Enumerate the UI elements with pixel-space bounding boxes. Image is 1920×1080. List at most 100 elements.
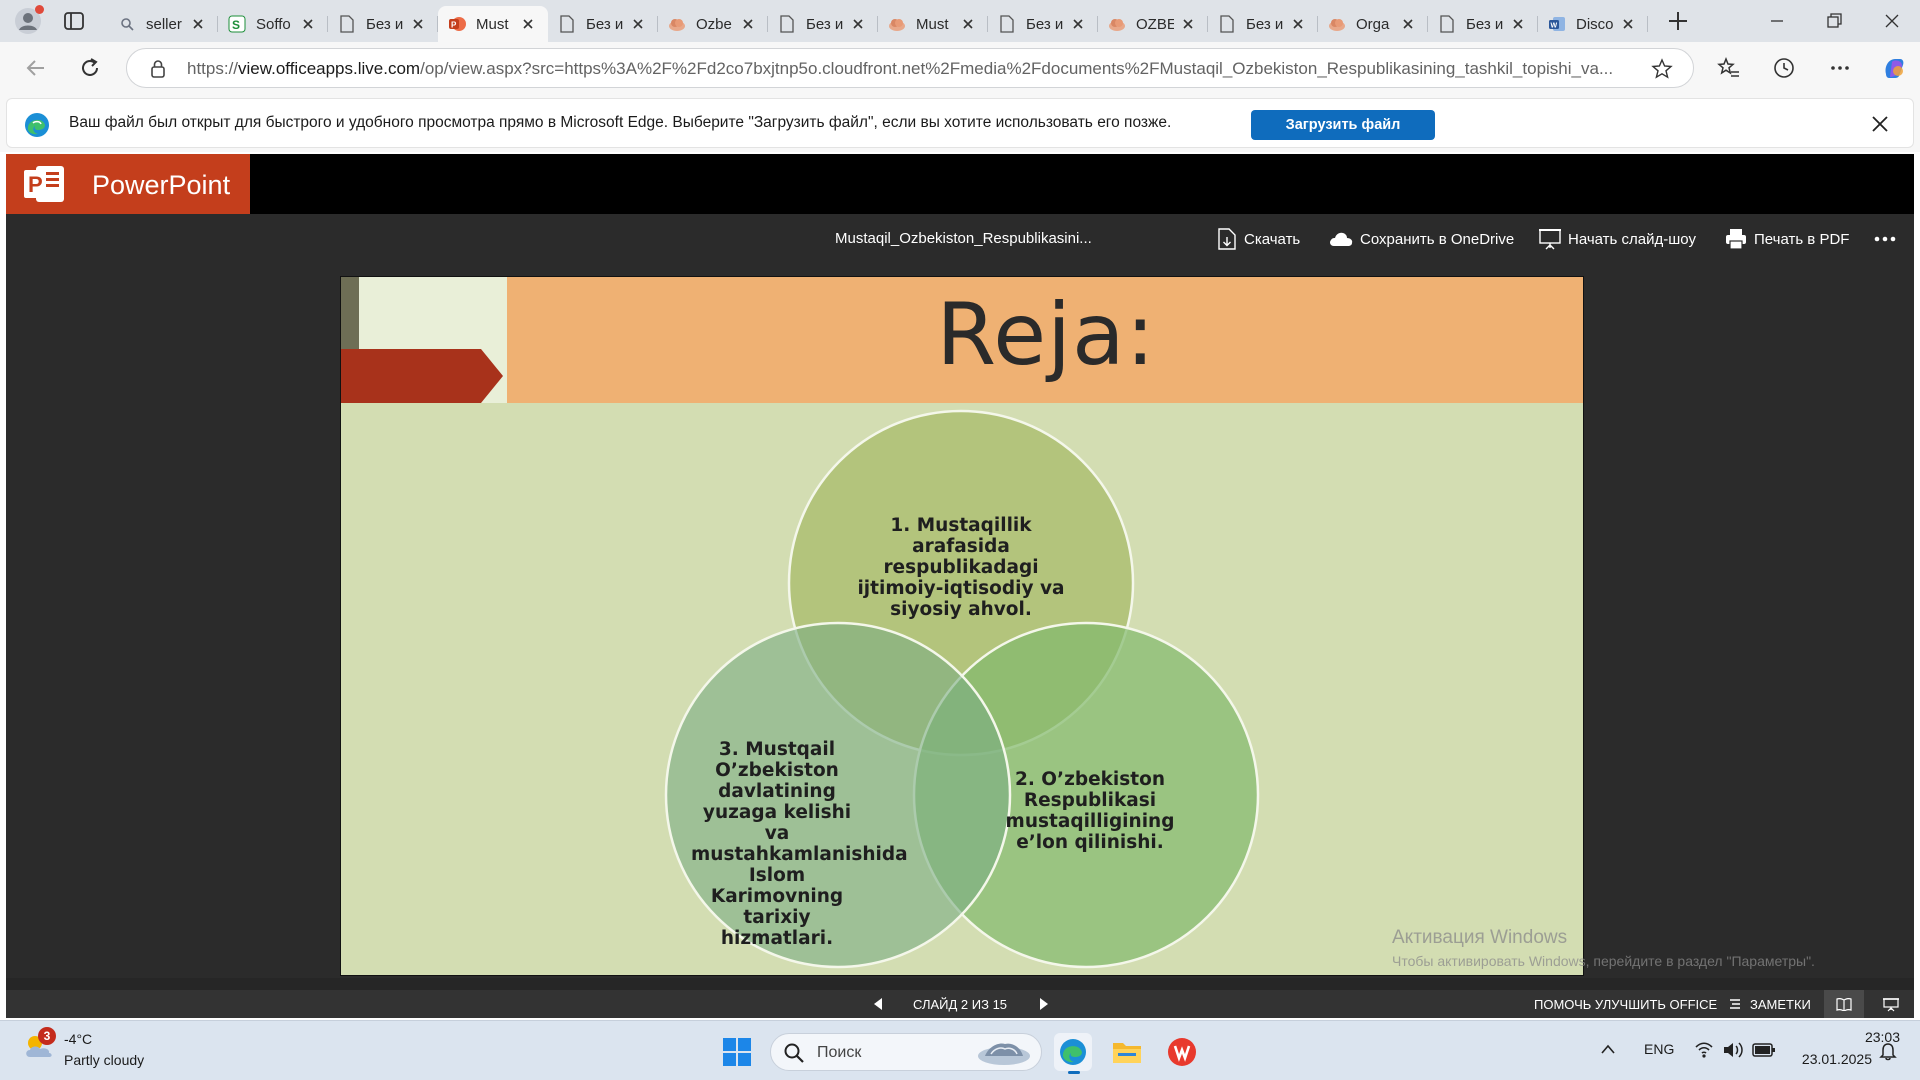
search-icon bbox=[784, 1043, 804, 1063]
tab-orga[interactable]: Orga bbox=[1318, 6, 1428, 42]
more-options-icon[interactable] bbox=[1826, 54, 1854, 82]
venn-item-1: 1. Mustaqillik arafasida respublikadagi … bbox=[857, 515, 1065, 620]
close-icon[interactable] bbox=[1400, 16, 1416, 32]
restore-icon[interactable] bbox=[1821, 8, 1847, 34]
close-icon[interactable] bbox=[850, 16, 866, 32]
tab-title: Без и bbox=[1026, 15, 1064, 33]
app-brand[interactable]: P PowerPoint bbox=[6, 154, 250, 214]
powerpoint-logo-icon: P bbox=[24, 166, 64, 202]
favorite-star-icon[interactable] bbox=[1651, 58, 1673, 80]
url-text[interactable]: https://view.officeapps.live.com/op/view… bbox=[187, 59, 1647, 79]
tab-title: Без и bbox=[1246, 15, 1284, 33]
tab-must[interactable]: Must bbox=[878, 6, 988, 42]
input-language[interactable]: ENG bbox=[1644, 1041, 1674, 1057]
powerpoint-icon: P bbox=[448, 15, 466, 33]
tab-untitled[interactable]: Без и bbox=[988, 6, 1098, 42]
tab-untitled[interactable]: Без и bbox=[1428, 6, 1538, 42]
svg-text:P: P bbox=[451, 21, 457, 30]
volume-icon[interactable] bbox=[1722, 1040, 1744, 1060]
taskbar-file-explorer[interactable] bbox=[1108, 1033, 1146, 1071]
new-tab-icon[interactable] bbox=[1665, 8, 1691, 34]
soff-icon: S bbox=[228, 15, 246, 33]
history-icon[interactable] bbox=[1770, 54, 1798, 82]
app-header: P PowerPoint bbox=[6, 154, 1914, 214]
url-path: /op/view.aspx?src=https%3A%2F%2Fd2co7bxj… bbox=[420, 59, 1614, 78]
download-file-button[interactable]: Загрузить файл bbox=[1251, 110, 1435, 140]
notes-button[interactable]: ЗАМЕТКИ bbox=[1750, 997, 1811, 1012]
tab-disco[interactable]: W Disco bbox=[1538, 6, 1648, 42]
svg-text:W: W bbox=[1551, 23, 1558, 30]
tab-list: seller S Soffo Без и P Must Без и Ozbe Б… bbox=[108, 6, 1648, 42]
document-icon bbox=[998, 15, 1016, 33]
close-icon[interactable] bbox=[520, 16, 536, 32]
previous-slide-icon[interactable] bbox=[872, 997, 884, 1011]
close-icon[interactable] bbox=[410, 16, 426, 32]
favorites-icon[interactable] bbox=[1714, 54, 1742, 82]
tab-title: Без и bbox=[806, 15, 844, 33]
close-icon[interactable] bbox=[190, 16, 206, 32]
lock-icon[interactable] bbox=[149, 59, 167, 79]
tab-title: Ozbe bbox=[696, 15, 732, 33]
tab-ozbe[interactable]: Ozbe bbox=[658, 6, 768, 42]
copilot-icon[interactable] bbox=[1880, 54, 1908, 82]
slideshow-view-icon[interactable] bbox=[1882, 997, 1900, 1012]
help-improve-office-link[interactable]: ПОМОЧЬ УЛУЧШИТЬ OFFICE bbox=[1534, 997, 1717, 1012]
close-window-icon[interactable] bbox=[1879, 8, 1905, 34]
tab-soffo[interactable]: S Soffo bbox=[218, 6, 328, 42]
tab-title: Disco bbox=[1576, 15, 1614, 33]
taskbar-edge[interactable] bbox=[1054, 1033, 1092, 1074]
close-icon[interactable] bbox=[1290, 16, 1306, 32]
infobar-panel: Ваш файл был открыт для быстрого и удобн… bbox=[6, 98, 1914, 148]
tab-untitled[interactable]: Без и bbox=[768, 6, 878, 42]
slide-canvas[interactable]: Reja: 1. Mustaqillik arafasida respublik… bbox=[340, 276, 1584, 976]
close-icon[interactable] bbox=[1070, 16, 1086, 32]
tab-seller[interactable]: seller bbox=[108, 6, 218, 42]
download-icon bbox=[1218, 228, 1236, 250]
close-icon[interactable] bbox=[740, 16, 756, 32]
close-icon[interactable] bbox=[1869, 113, 1891, 135]
tab-title: Must bbox=[916, 15, 949, 33]
start-slideshow-button[interactable]: Начать слайд-шоу bbox=[1538, 227, 1696, 251]
taskbar-wps-office[interactable] bbox=[1163, 1033, 1201, 1071]
notes-icon bbox=[1730, 999, 1740, 1009]
more-commands-icon[interactable] bbox=[1874, 236, 1896, 242]
refresh-icon[interactable] bbox=[76, 54, 104, 82]
reading-view-button[interactable] bbox=[1824, 990, 1864, 1018]
close-icon[interactable] bbox=[300, 16, 316, 32]
document-icon bbox=[338, 15, 356, 33]
close-icon[interactable] bbox=[1620, 16, 1636, 32]
slideshow-label: Начать слайд-шоу bbox=[1568, 230, 1696, 248]
search-icon bbox=[118, 15, 136, 33]
close-icon[interactable] bbox=[1510, 16, 1526, 32]
notifications-bell-icon[interactable] bbox=[1878, 1041, 1898, 1061]
tab-untitled[interactable]: Без и bbox=[328, 6, 438, 42]
windows-start-icon[interactable] bbox=[722, 1037, 752, 1067]
close-icon[interactable] bbox=[630, 16, 646, 32]
close-icon[interactable] bbox=[960, 16, 976, 32]
close-icon[interactable] bbox=[1180, 16, 1196, 32]
tab-untitled[interactable]: Без и bbox=[548, 6, 658, 42]
edge-logo-icon bbox=[25, 113, 49, 137]
back-icon[interactable] bbox=[22, 54, 50, 82]
venn-item-3: 3. Mustqail O’zbekiston davlatining yuza… bbox=[691, 739, 908, 949]
cloud-icon bbox=[1330, 232, 1353, 246]
chevron-up-icon[interactable] bbox=[1600, 1043, 1616, 1055]
download-button[interactable]: Скачать bbox=[1216, 227, 1300, 251]
search-placeholder: Поиск bbox=[817, 1044, 862, 1061]
clock-date[interactable]: 23.01.2025 bbox=[1792, 1051, 1872, 1067]
next-slide-icon[interactable] bbox=[1038, 997, 1050, 1011]
venn-diagram bbox=[664, 409, 1260, 969]
tab-mustaqil-active[interactable]: P Must bbox=[438, 6, 548, 42]
minimize-icon[interactable] bbox=[1764, 8, 1790, 34]
address-bar[interactable]: https://view.officeapps.live.com/op/view… bbox=[126, 48, 1694, 88]
print-pdf-button[interactable]: Печать в PDF bbox=[1724, 227, 1849, 251]
wifi-icon[interactable] bbox=[1694, 1041, 1714, 1059]
tab-ozbe-upper[interactable]: OZBE bbox=[1098, 6, 1208, 42]
tab-untitled[interactable]: Без и bbox=[1208, 6, 1318, 42]
save-to-onedrive-button[interactable]: Сохранить в OneDrive bbox=[1328, 227, 1514, 251]
taskbar-search[interactable]: Поиск bbox=[770, 1033, 1042, 1071]
tab-actions-icon[interactable] bbox=[62, 10, 86, 32]
browser-toolbar: https://view.officeapps.live.com/op/view… bbox=[0, 42, 1920, 94]
url-host: view.officeapps.live.com bbox=[238, 59, 421, 78]
battery-icon[interactable] bbox=[1752, 1042, 1776, 1058]
